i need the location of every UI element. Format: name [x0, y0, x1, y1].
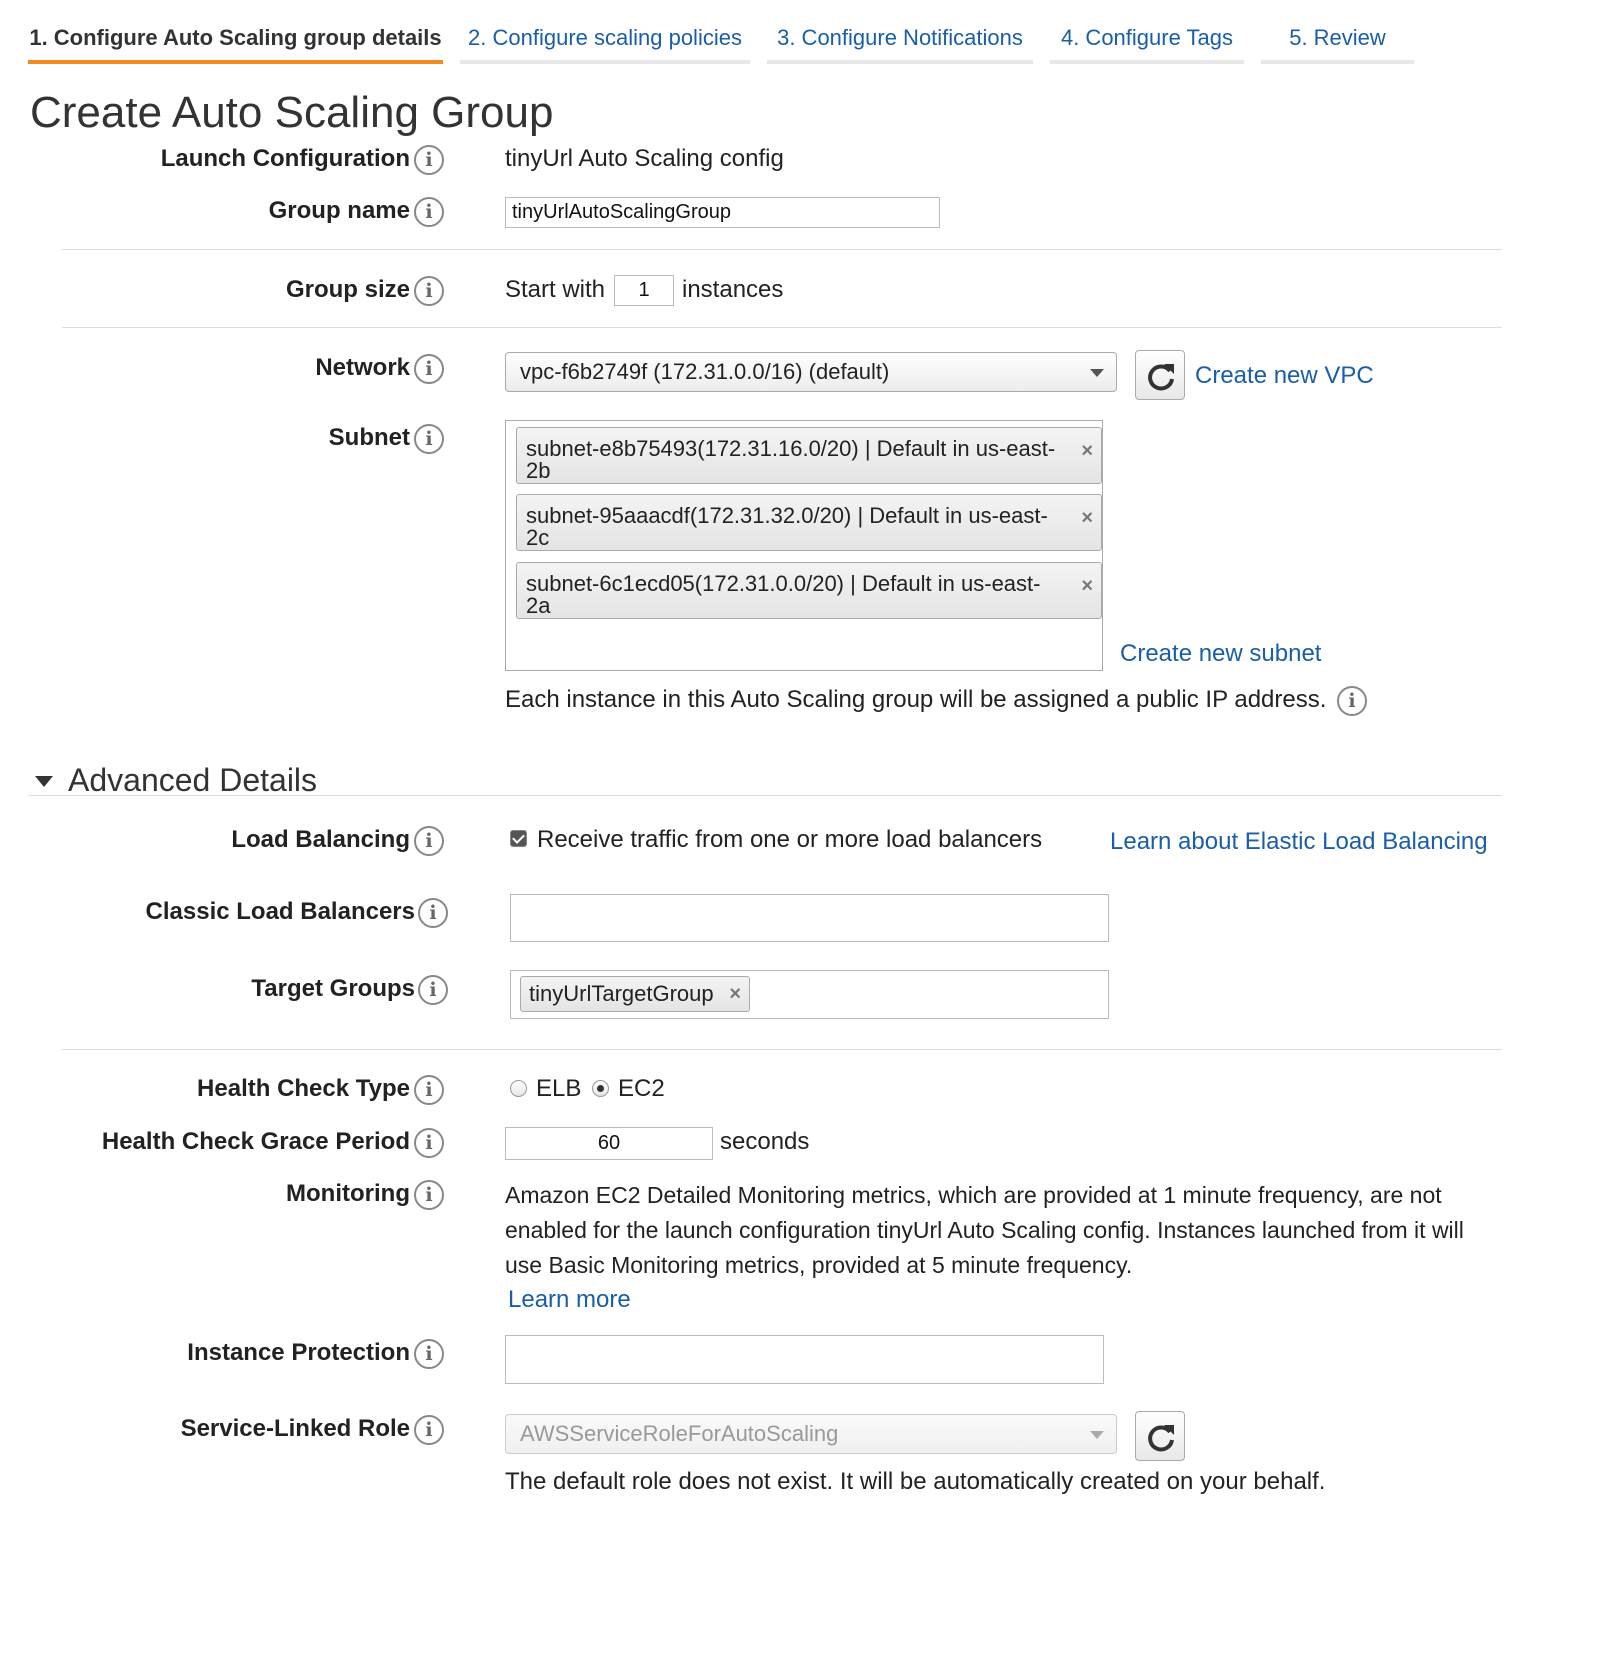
network-selected-value: vpc-f6b2749f (172.31.0.0/16) (default) — [520, 359, 890, 384]
subnet-chip-label: subnet-95aaacdf(172.31.32.0/20) | Defaul… — [526, 503, 1048, 528]
group-size-label: Group size — [285, 276, 410, 303]
launch-configuration-value: tinyUrl Auto Scaling config — [505, 145, 784, 172]
info-icon[interactable]: i — [418, 975, 448, 1005]
service-role-select[interactable]: AWSServiceRoleForAutoScaling — [505, 1414, 1117, 1454]
divider — [62, 249, 1502, 250]
tab-scaling-policies[interactable]: 2. Configure scaling policies — [460, 22, 750, 64]
subnet-multiselect[interactable]: subnet-e8b75493(172.31.16.0/20) | Defaul… — [505, 420, 1103, 671]
tab-tags[interactable]: 4. Configure Tags — [1050, 22, 1244, 64]
group-name-input[interactable]: tinyUrlAutoScalingGroup — [505, 197, 940, 228]
info-icon[interactable]: i — [414, 197, 444, 227]
target-groups-label: Target Groups — [251, 975, 415, 1002]
target-group-chip-label: tinyUrlTargetGroup — [529, 981, 714, 1006]
subnet-chip-label-az: 2a — [526, 593, 551, 618]
advanced-details-heading[interactable]: Advanced Details — [68, 762, 317, 799]
create-new-vpc-link[interactable]: Create new VPC — [1195, 362, 1374, 390]
monitoring-description: Amazon EC2 Detailed Monitoring metrics, … — [505, 1182, 1464, 1278]
health-check-elb-radio[interactable] — [510, 1080, 527, 1097]
page-title: Create Auto Scaling Group — [30, 88, 554, 137]
subnet-chip-label: subnet-e8b75493(172.31.16.0/20) | Defaul… — [526, 436, 1056, 461]
health-check-ec2-radio[interactable] — [592, 1080, 609, 1097]
info-icon[interactable]: i — [414, 1339, 444, 1369]
remove-icon[interactable]: × — [1081, 440, 1093, 462]
chevron-down-icon — [1090, 1431, 1104, 1439]
info-icon[interactable]: i — [414, 354, 444, 384]
service-role-note: The default role does not exist. It will… — [505, 1468, 1326, 1495]
network-label: Network — [315, 354, 410, 381]
grace-period-input[interactable]: 60 — [505, 1127, 713, 1160]
monitoring-label: Monitoring — [286, 1180, 410, 1207]
subnet-chip: subnet-95aaacdf(172.31.32.0/20) | Defaul… — [516, 494, 1102, 551]
classic-lb-input[interactable] — [510, 894, 1109, 942]
remove-icon[interactable]: × — [1081, 507, 1093, 529]
grace-period-suffix: seconds — [720, 1128, 810, 1155]
health-check-ec2-label: EC2 — [618, 1075, 665, 1102]
learn-more-link[interactable]: Learn more — [508, 1286, 631, 1314]
subnet-chip-label-az: 2b — [526, 458, 551, 483]
info-icon[interactable]: i — [414, 145, 444, 175]
public-ip-note: Each instance in this Auto Scaling group… — [505, 686, 1327, 713]
chevron-down-icon — [1090, 369, 1104, 377]
group-size-suffix: instances — [682, 276, 784, 303]
tab-notifications[interactable]: 3. Configure Notifications — [767, 22, 1033, 64]
info-icon[interactable]: i — [418, 898, 448, 928]
info-icon[interactable]: i — [414, 1075, 444, 1105]
divider — [62, 327, 1502, 328]
instance-protection-input[interactable] — [505, 1335, 1104, 1384]
grace-period-label: Health Check Grace Period — [101, 1128, 410, 1155]
subnet-label: Subnet — [328, 424, 410, 451]
subnet-chip-label: subnet-6c1ecd05(172.31.0.0/20) | Default… — [526, 571, 1041, 596]
network-select[interactable]: vpc-f6b2749f (172.31.0.0/16) (default) — [505, 352, 1117, 392]
group-size-prefix: Start with — [505, 276, 606, 303]
remove-icon[interactable]: × — [1081, 575, 1093, 597]
info-icon[interactable]: i — [414, 1180, 444, 1210]
refresh-icon — [1148, 364, 1174, 391]
learn-elb-link[interactable]: Learn about Elastic Load Balancing — [1110, 828, 1488, 856]
divider — [62, 1049, 1502, 1050]
info-icon[interactable]: i — [414, 276, 444, 306]
create-new-subnet-link[interactable]: Create new subnet — [1120, 640, 1321, 668]
subnet-chip: subnet-e8b75493(172.31.16.0/20) | Defaul… — [516, 427, 1102, 484]
load-balancing-checkbox[interactable] — [510, 830, 527, 847]
subnet-chip: subnet-6c1ecd05(172.31.0.0/20) | Default… — [516, 562, 1102, 619]
refresh-icon — [1148, 1425, 1174, 1452]
service-role-label: Service-Linked Role — [180, 1415, 410, 1442]
tab-review[interactable]: 5. Review — [1261, 22, 1414, 64]
refresh-role-button[interactable] — [1135, 1411, 1185, 1461]
health-check-type-label: Health Check Type — [197, 1075, 410, 1102]
info-icon[interactable]: i — [414, 826, 444, 856]
group-name-label: Group name — [268, 197, 410, 224]
launch-configuration-label: Launch Configuration — [160, 145, 410, 172]
subnet-chip-label-az: 2c — [526, 525, 550, 550]
load-balancing-label: Load Balancing — [231, 826, 410, 853]
info-icon[interactable]: i — [414, 1415, 444, 1445]
divider — [28, 795, 1502, 796]
info-icon[interactable]: i — [414, 424, 444, 454]
refresh-vpc-button[interactable] — [1135, 350, 1185, 400]
instance-protection-label: Instance Protection — [187, 1339, 410, 1366]
target-group-chip: tinyUrlTargetGroup × — [520, 976, 750, 1012]
remove-icon[interactable]: × — [729, 977, 741, 1011]
health-check-elb-label: ELB — [536, 1075, 582, 1102]
load-balancing-checkbox-label: Receive traffic from one or more load ba… — [537, 826, 1043, 853]
collapse-triangle-icon[interactable] — [35, 776, 53, 787]
info-icon[interactable]: i — [414, 1128, 444, 1158]
group-size-input[interactable]: 1 — [614, 275, 674, 306]
service-role-selected-value: AWSServiceRoleForAutoScaling — [520, 1421, 839, 1446]
classic-lb-label: Classic Load Balancers — [145, 898, 415, 925]
info-icon[interactable]: i — [1337, 686, 1367, 716]
tab-configure-details[interactable]: 1. Configure Auto Scaling group details — [28, 22, 443, 64]
